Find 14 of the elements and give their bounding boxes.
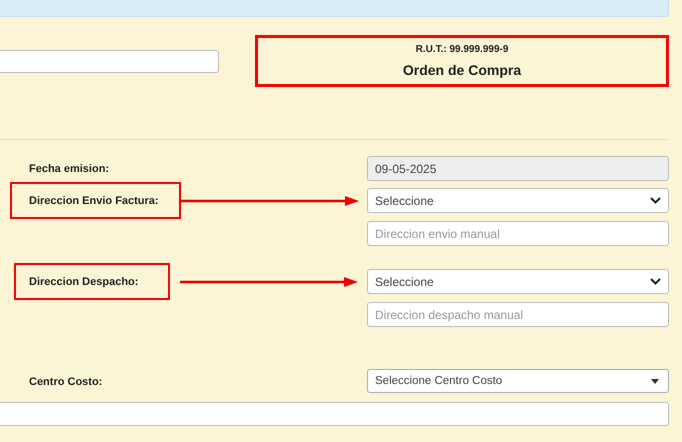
- chevron-down-icon: [650, 278, 661, 285]
- rut-text: R.U.T.: 99.999.999-9: [416, 44, 508, 55]
- select-dropdown[interactable]: Seleccione Centro Costo: [367, 369, 669, 393]
- input-field[interactable]: [0, 402, 669, 426]
- field-label: Direccion Despacho:: [29, 276, 138, 288]
- chevron-down-icon: [650, 197, 661, 204]
- field-label: Direccion Envio Factura:: [29, 195, 159, 207]
- document-title: Orden de Compra: [402, 62, 522, 78]
- field-label: Fecha emision:: [29, 163, 110, 175]
- select-dropdown[interactable]: Seleccione: [367, 188, 669, 213]
- caret-icon: [651, 378, 659, 384]
- field-label: Centro Costo:: [29, 376, 102, 388]
- input-field[interactable]: [0, 50, 219, 73]
- select-dropdown[interactable]: Seleccione: [367, 269, 669, 294]
